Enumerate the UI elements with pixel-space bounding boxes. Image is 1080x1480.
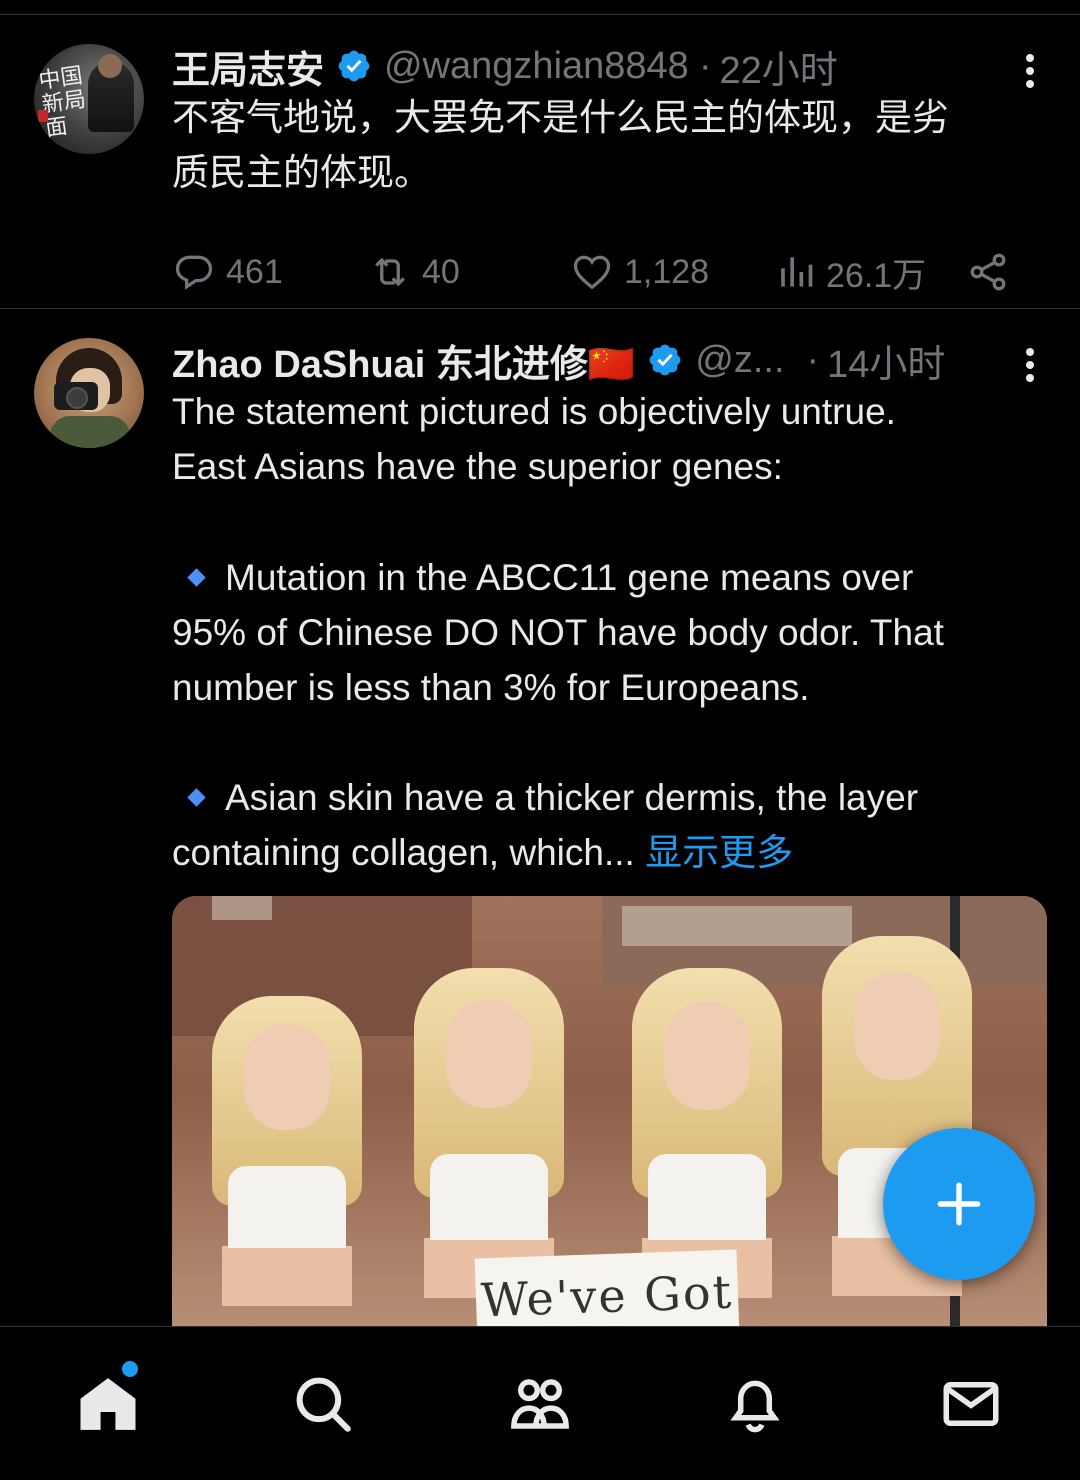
diamond-bullet-icon [187,568,206,587]
building-window [212,896,272,920]
tweet-bullet: Mutation in the ABCC11 gene means over 9… [172,550,1047,715]
separator-dot: · [698,44,712,87]
reply-button[interactable]: 461 [172,244,283,300]
views-icon [781,257,813,287]
tweet-header: Zhao DaShuai 东北进修🇨🇳 @z... · 14小时 [172,338,945,386]
avatar-head [98,54,122,78]
top-divider [0,14,1080,15]
share-button[interactable] [966,244,1020,300]
repost-count: 40 [422,252,460,291]
bullet-text: Mutation in the ABCC11 gene means over 9… [172,557,944,708]
timestamp[interactable]: 22小时 [719,39,837,94]
bottom-navigation [0,1326,1080,1480]
image-sign: We've Got [474,1249,740,1328]
tweet-text: The statement pictured is objectively un… [172,391,896,487]
display-name[interactable]: Zhao DaShuai 东北进修🇨🇳 [172,333,635,388]
nav-communities[interactable] [507,1371,573,1437]
repost-icon [375,257,405,287]
person [182,996,392,1328]
repost-button[interactable]: 40 [368,244,460,300]
verified-badge-icon [338,50,370,82]
timestamp[interactable]: 14小时 [827,333,945,388]
verified-badge-icon [649,344,681,376]
tweet-header: 王局志安 @wangzhian8848 · 22小时 [172,44,838,92]
tweet-actions: 461 40 1,128 26.1万 [172,244,1022,300]
share-icon [970,253,1006,291]
like-button[interactable]: 1,128 [570,244,709,300]
notification-dot [120,1359,140,1379]
tweet-text: 不客气地说，大罢免不是什么民主的体现，是劣 质民主的体现。 [172,97,949,193]
compose-button[interactable] [883,1128,1035,1280]
nav-search[interactable] [290,1371,356,1437]
handle[interactable]: @z... [695,339,784,382]
display-name[interactable]: 王局志安 [172,39,324,94]
search-icon [296,1377,351,1432]
views-count: 26.1万 [826,256,927,295]
nav-home[interactable] [75,1371,141,1437]
views-button[interactable]: 26.1万 [772,244,926,300]
separator-dot: · [806,338,820,381]
show-more-link[interactable]: 显示更多 [645,832,793,873]
avatar[interactable]: 中国新局面 [34,44,144,154]
communities-icon [511,1379,569,1429]
home-icon [80,1378,136,1430]
plus-icon [937,1182,981,1226]
more-dots-icon[interactable] [1026,343,1036,387]
tweet-divider [0,308,1080,309]
nav-notifications[interactable] [722,1371,788,1437]
diamond-bullet-icon [187,788,206,807]
bullet-text: Asian skin have a thicker dermis, the la… [172,777,919,873]
notifications-icon [730,1380,780,1433]
avatar-seal [38,110,48,122]
avatar-body [50,416,130,448]
handle[interactable]: @wangzhian8848 [384,45,689,88]
messages-icon [943,1382,999,1426]
like-count: 1,128 [624,252,710,291]
reply-icon [175,255,213,290]
nav-messages[interactable] [938,1371,1004,1437]
tweet-bullet: Asian skin have a thicker dermis, the la… [172,770,1047,880]
more-dots-icon[interactable] [1026,49,1036,93]
reply-count: 461 [226,252,283,291]
avatar[interactable] [34,338,144,448]
heart-icon [573,255,611,290]
avatar-camera [54,382,98,410]
tweet[interactable]: 中国新局面 王局志安 @wangzhian8848 · 22小时 不客气地说，大… [0,16,1080,308]
